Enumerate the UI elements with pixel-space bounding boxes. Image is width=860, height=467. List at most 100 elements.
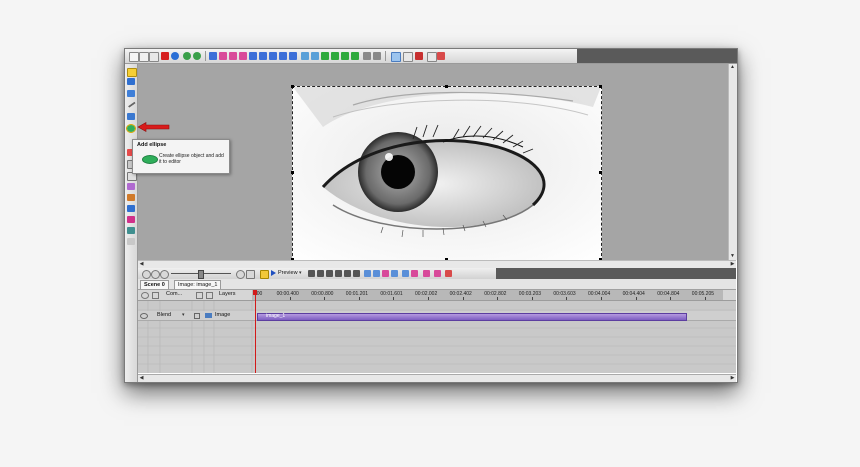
lock-column-icon[interactable] xyxy=(152,292,159,299)
snap-icon[interactable] xyxy=(391,270,398,277)
align-top-icon[interactable] xyxy=(249,52,257,60)
go-end-icon[interactable] xyxy=(353,270,360,277)
tooltip-title: Add ellipse xyxy=(137,142,167,148)
remove-keyframe-icon[interactable] xyxy=(434,270,441,277)
clock-icon[interactable] xyxy=(260,270,269,279)
align-bottom-icon[interactable] xyxy=(269,52,277,60)
layer-image-icon xyxy=(205,313,212,318)
chart-icon[interactable] xyxy=(127,183,135,190)
step-back-icon[interactable] xyxy=(317,270,324,277)
step-forward-icon[interactable] xyxy=(344,270,351,277)
scroll-up-icon[interactable]: ▲ xyxy=(729,64,736,71)
tab-scene[interactable]: Scene 0 xyxy=(140,280,169,289)
close-icon[interactable] xyxy=(437,52,445,60)
new-icon[interactable] xyxy=(129,52,139,62)
visibility-icon[interactable] xyxy=(141,292,149,299)
arrow-down-icon[interactable] xyxy=(331,52,339,60)
scroll-right-icon[interactable]: ▶ xyxy=(729,261,736,268)
export-icon[interactable] xyxy=(403,52,413,62)
align-middle-icon[interactable] xyxy=(259,52,267,60)
timeline-settings-icon[interactable] xyxy=(246,270,255,279)
scroll-down-icon[interactable]: ▼ xyxy=(729,253,736,260)
comment-icon[interactable] xyxy=(127,90,135,97)
dropdown-icon[interactable] xyxy=(196,292,203,299)
prev-frame-icon[interactable] xyxy=(326,270,333,277)
distribute-vertical-icon[interactable] xyxy=(289,52,297,60)
distribute-icon[interactable] xyxy=(279,52,287,60)
go-start-icon[interactable] xyxy=(308,270,315,277)
next-frame-icon[interactable] xyxy=(335,270,342,277)
person-icon[interactable] xyxy=(127,194,135,201)
rectangle-icon[interactable] xyxy=(127,113,135,120)
subtitle-icon[interactable] xyxy=(127,205,135,212)
zoom-fit-icon[interactable] xyxy=(160,270,169,279)
ruler-tick xyxy=(635,297,637,300)
canvas-vertical-scrollbar[interactable]: ▲ ▼ xyxy=(728,64,737,260)
tooltip-body: Create ellipse object and add it to edit… xyxy=(159,153,224,165)
ruler-tick xyxy=(289,297,291,300)
timeline-horizontal-scrollbar[interactable]: ◀ ▶ xyxy=(138,374,736,382)
scroll-left-icon[interactable]: ◀ xyxy=(138,261,145,268)
open-icon[interactable] xyxy=(139,52,149,62)
ruler-tick-label: 00:00.400 xyxy=(276,291,299,297)
layer-expand-icon[interactable] xyxy=(194,313,200,319)
zoom-in-icon[interactable] xyxy=(142,270,151,279)
arrow-up-icon[interactable] xyxy=(321,52,329,60)
align-center-icon[interactable] xyxy=(229,52,237,60)
ruler-tick-label: 00:04.804 xyxy=(657,291,680,297)
save-icon[interactable] xyxy=(149,52,159,62)
align-right-icon[interactable] xyxy=(239,52,247,60)
send-back-icon[interactable] xyxy=(351,52,359,60)
timeline-scroll-left-icon[interactable]: ◀ xyxy=(138,375,145,382)
zoom-out-icon[interactable] xyxy=(151,270,160,279)
record-icon[interactable] xyxy=(415,52,423,60)
playhead-marker[interactable] xyxy=(253,290,257,295)
undo-icon[interactable] xyxy=(183,52,191,60)
playhead[interactable] xyxy=(255,290,256,373)
marker-icon[interactable] xyxy=(382,270,389,277)
key-icon[interactable] xyxy=(411,270,418,277)
timeline-scroll-right-icon[interactable]: ▶ xyxy=(729,375,736,382)
grid-icon[interactable] xyxy=(209,52,217,60)
blend-dropdown-icon[interactable]: ▾ xyxy=(182,312,185,318)
select-icon[interactable] xyxy=(127,68,137,77)
delete-icon[interactable] xyxy=(161,52,169,60)
preview-window-icon[interactable] xyxy=(391,52,401,62)
tab-object[interactable]: Image: image_1 xyxy=(174,280,222,289)
expand-icon[interactable] xyxy=(206,292,213,299)
text-icon[interactable] xyxy=(127,78,135,85)
time-ruler[interactable]: 000 00:00.400 00:00.800 00:01.201 00:01.601 0… xyxy=(252,290,723,300)
blend-mode-label[interactable]: Blend xyxy=(157,312,171,318)
split-icon[interactable] xyxy=(373,270,380,277)
lock-icon[interactable] xyxy=(363,52,371,60)
fit-timeline-icon[interactable] xyxy=(364,270,371,277)
zoom-max-icon[interactable] xyxy=(236,270,245,279)
image-clip[interactable]: image_1 xyxy=(257,313,687,321)
group-icon[interactable] xyxy=(301,52,309,60)
ruler-tick-label: 00:04.004 xyxy=(588,291,611,297)
unlock-icon[interactable] xyxy=(373,52,381,60)
audio-wave-icon[interactable] xyxy=(402,270,409,277)
tools-panel xyxy=(125,64,138,382)
audio-icon[interactable] xyxy=(127,216,135,223)
redo-icon[interactable] xyxy=(193,52,201,60)
clear-icon[interactable] xyxy=(445,270,452,277)
settings-icon[interactable] xyxy=(427,52,437,62)
keyframe-icon[interactable] xyxy=(423,270,430,277)
table-icon[interactable] xyxy=(127,227,135,234)
ungroup-icon[interactable] xyxy=(311,52,319,60)
canvas-horizontal-scrollbar[interactable]: ◀ ▶ xyxy=(138,260,736,268)
play-icon xyxy=(271,270,276,276)
bring-front-icon[interactable] xyxy=(341,52,349,60)
cut-icon[interactable] xyxy=(171,52,179,60)
move-icon[interactable] xyxy=(127,238,135,245)
preview-dropdown-icon[interactable]: ▾ xyxy=(299,270,303,277)
line-icon[interactable] xyxy=(126,99,136,108)
ellipse-icon[interactable] xyxy=(126,124,136,133)
align-left-icon[interactable] xyxy=(219,52,227,60)
ruler-tick xyxy=(358,297,360,300)
eye-image[interactable] xyxy=(292,86,602,261)
zoom-slider-thumb[interactable] xyxy=(198,270,204,279)
red-arrow-annotation xyxy=(137,122,170,132)
layer-visibility-icon[interactable] xyxy=(140,313,148,319)
